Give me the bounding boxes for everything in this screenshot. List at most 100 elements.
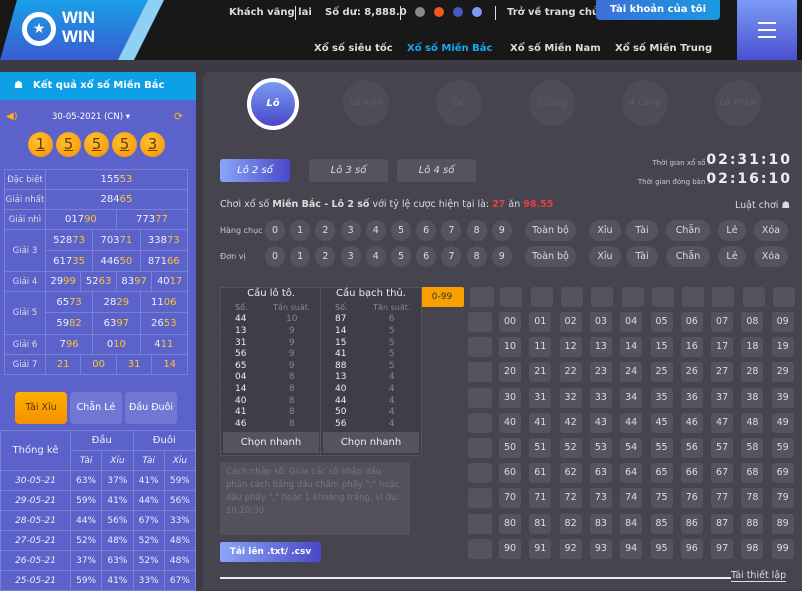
number-cell[interactable]: 42 — [559, 412, 582, 433]
number-cell[interactable]: 83 — [589, 513, 612, 534]
number-cell[interactable]: 05 — [650, 312, 673, 332]
grid-empty-cell[interactable] — [773, 287, 795, 307]
number-cell[interactable]: 73 — [589, 488, 612, 509]
quick-select-button[interactable]: Xóa — [754, 246, 788, 267]
grid-empty-cell[interactable] — [530, 287, 553, 307]
number-cell[interactable]: 41 — [529, 412, 552, 433]
number-cell[interactable]: 74 — [620, 488, 643, 509]
digit-button[interactable]: 4 — [365, 220, 386, 241]
number-cell[interactable]: 14 — [620, 337, 643, 358]
number-cell[interactable]: 84 — [620, 513, 643, 534]
game-tab[interactable]: 3 Càng — [529, 80, 575, 126]
quick-select-button[interactable]: Xỉu — [589, 246, 621, 267]
number-cell[interactable]: 64 — [620, 463, 643, 484]
number-cell[interactable]: 80 — [499, 513, 521, 534]
row-select-cell[interactable] — [468, 412, 492, 433]
number-cell[interactable]: 18 — [741, 337, 764, 358]
number-cell[interactable]: 95 — [650, 538, 673, 559]
game-tab[interactable]: Lô — [247, 78, 299, 130]
reset-link[interactable]: Tái thiết lập — [731, 570, 787, 582]
number-cell[interactable]: 90 — [499, 538, 521, 559]
digit-button[interactable]: 4 — [365, 246, 386, 267]
menu-icon[interactable] — [737, 0, 797, 60]
quick-select-button[interactable]: Tài — [626, 220, 658, 241]
number-cell[interactable]: 53 — [589, 438, 612, 458]
number-cell[interactable]: 57 — [711, 438, 734, 458]
theme-dot-icon[interactable] — [472, 7, 482, 17]
row-select-cell[interactable] — [468, 312, 492, 332]
digit-button[interactable]: 7 — [441, 220, 462, 241]
number-cell[interactable]: 78 — [741, 488, 764, 509]
number-cell[interactable]: 48 — [741, 412, 764, 433]
number-cell[interactable]: 07 — [711, 312, 734, 332]
number-cell[interactable]: 82 — [559, 513, 582, 534]
number-cell[interactable]: 96 — [680, 538, 703, 559]
number-cell[interactable]: 65 — [650, 463, 673, 484]
nav-item[interactable]: Xổ số siêu tốc — [314, 43, 393, 54]
number-cell[interactable]: 88 — [741, 513, 764, 534]
number-cell[interactable]: 24 — [620, 362, 643, 383]
grid-empty-cell[interactable] — [560, 287, 583, 307]
number-cell[interactable]: 92 — [559, 538, 582, 559]
number-cell[interactable]: 67 — [711, 463, 734, 484]
number-cell[interactable]: 81 — [529, 513, 552, 534]
digit-button[interactable]: 0 — [265, 220, 285, 241]
nav-item[interactable]: Xổ số Miền Bắc — [407, 43, 492, 54]
number-cell[interactable]: 70 — [499, 488, 521, 509]
number-cell[interactable]: 15 — [650, 337, 673, 358]
number-cell[interactable]: 46 — [680, 412, 703, 433]
number-cell[interactable]: 79 — [771, 488, 794, 509]
number-cell[interactable]: 60 — [499, 463, 521, 484]
number-cell[interactable]: 01 — [529, 312, 552, 332]
date-select[interactable]: 30-05-2021 (CN) ▾ — [52, 112, 130, 122]
number-cell[interactable]: 94 — [620, 538, 643, 559]
subtab[interactable]: Lô 2 số — [220, 159, 290, 182]
grid-empty-cell[interactable] — [591, 287, 614, 307]
quick-select-button[interactable]: Chẵn — [666, 246, 710, 267]
number-cell[interactable]: 04 — [620, 312, 643, 332]
number-cell[interactable]: 38 — [741, 387, 764, 408]
game-tab[interactable]: Lô Xiên — [343, 80, 389, 126]
number-cell[interactable]: 49 — [771, 412, 794, 433]
number-cell[interactable]: 26 — [680, 362, 703, 383]
number-cell[interactable]: 21 — [529, 362, 552, 383]
number-cell[interactable]: 76 — [680, 488, 703, 509]
digit-button[interactable]: 3 — [340, 246, 361, 267]
number-cell[interactable]: 12 — [559, 337, 582, 358]
number-cell[interactable]: 43 — [589, 412, 612, 433]
my-account-button[interactable]: Tài khoản của tôi — [596, 0, 720, 20]
digit-button[interactable]: 9 — [491, 246, 512, 267]
grid-empty-cell[interactable] — [500, 287, 523, 307]
grid-empty-cell[interactable] — [470, 287, 494, 307]
row-select-cell[interactable] — [468, 387, 492, 408]
number-cell[interactable]: 51 — [529, 438, 552, 458]
sound-icon[interactable]: ◀) — [6, 111, 18, 122]
number-cell[interactable]: 13 — [589, 337, 612, 358]
number-cell[interactable]: 69 — [771, 463, 794, 484]
number-cell[interactable]: 58 — [741, 438, 764, 458]
quick-select-button[interactable]: Toàn bộ — [525, 220, 576, 241]
number-cell[interactable]: 34 — [620, 387, 643, 408]
number-cell[interactable]: 20 — [499, 362, 521, 383]
number-cell[interactable]: 17 — [711, 337, 734, 358]
quick-select-button[interactable]: Toàn bộ — [525, 246, 576, 267]
number-cell[interactable]: 66 — [680, 463, 703, 484]
refresh-icon[interactable]: ⟳ — [174, 110, 183, 123]
grid-empty-cell[interactable] — [651, 287, 674, 307]
number-cell[interactable]: 59 — [771, 438, 794, 458]
digit-button[interactable]: 1 — [290, 246, 311, 267]
grid-empty-cell[interactable] — [621, 287, 644, 307]
row-select-cell[interactable] — [468, 362, 492, 383]
quick-select-button[interactable]: Lẻ — [718, 246, 746, 267]
number-cell[interactable]: 47 — [711, 412, 734, 433]
number-cell[interactable]: 77 — [711, 488, 734, 509]
number-cell[interactable]: 75 — [650, 488, 673, 509]
upload-button[interactable]: Tải lên .txt/ .csv — [220, 542, 321, 562]
digit-button[interactable]: 3 — [340, 220, 361, 241]
quick-pick-button[interactable]: Chọn nhanh — [323, 432, 419, 454]
digit-button[interactable]: 2 — [315, 246, 336, 267]
row-select-cell[interactable] — [468, 337, 492, 358]
number-cell[interactable]: 28 — [741, 362, 764, 383]
number-cell[interactable]: 25 — [650, 362, 673, 383]
number-cell[interactable]: 33 — [589, 387, 612, 408]
